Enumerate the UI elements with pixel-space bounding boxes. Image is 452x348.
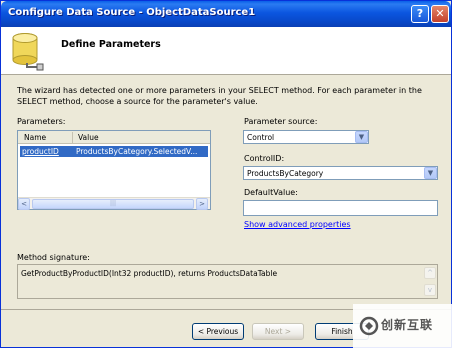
column-header-value[interactable]: Value: [78, 133, 99, 142]
scroll-left-icon[interactable]: <: [18, 198, 30, 210]
column-divider[interactable]: [72, 132, 73, 143]
column-header-name[interactable]: Name: [24, 133, 46, 142]
watermark-logo-icon: [359, 316, 379, 336]
method-signature-label: Method signature:: [17, 253, 90, 262]
scroll-right-icon[interactable]: >: [196, 198, 208, 210]
table-row[interactable]: productID ProductsByCategory.SelectedV..…: [20, 146, 208, 157]
wizard-description: The wizard has detected one or more para…: [17, 86, 422, 106]
watermark-text: 创新互联: [381, 318, 434, 332]
parameter-source-value: Control: [247, 133, 275, 142]
show-advanced-properties-link[interactable]: Show advanced properties: [244, 220, 351, 229]
scroll-thumb[interactable]: |||: [32, 199, 194, 209]
previous-button[interactable]: < Previous: [192, 323, 244, 340]
parameters-label: Parameters:: [17, 117, 66, 126]
scroll-up-icon[interactable]: ^: [424, 267, 436, 279]
watermark: 创新互联: [353, 304, 452, 348]
dialog-window: Configure Data Source - ObjectDataSource…: [0, 0, 452, 348]
scroll-down-icon[interactable]: v: [424, 284, 436, 296]
default-value-label: DefaultValue:: [244, 188, 298, 197]
horizontal-scrollbar[interactable]: < ||| >: [18, 197, 210, 210]
default-value-input[interactable]: [243, 200, 438, 216]
next-button[interactable]: Next >: [252, 323, 304, 340]
parameter-source-select[interactable]: Control ▼: [243, 130, 369, 144]
parameter-value-cell[interactable]: ProductsByCategory.SelectedV...: [76, 147, 206, 156]
control-id-select[interactable]: ProductsByCategory ▼: [243, 166, 438, 180]
method-signature-text: GetProductByProductID(Int32 productID), …: [21, 269, 278, 278]
title-bar[interactable]: Configure Data Source - ObjectDataSource…: [1, 1, 451, 27]
database-plug-icon: [12, 33, 44, 71]
page-title: Define Parameters: [61, 39, 161, 50]
window-title: Configure Data Source - ObjectDataSource…: [8, 7, 256, 18]
method-signature-box[interactable]: GetProductByProductID(Int32 productID), …: [17, 264, 438, 299]
vertical-scrollbar[interactable]: ^ v: [423, 265, 437, 298]
parameter-name-cell[interactable]: productID: [22, 147, 72, 156]
parameter-source-label: Parameter source:: [244, 117, 318, 126]
chevron-down-icon[interactable]: ▼: [355, 131, 368, 143]
parameters-grid[interactable]: Name Value productID ProductsByCategory.…: [17, 130, 211, 210]
close-button[interactable]: ✕: [431, 5, 449, 23]
chevron-down-icon[interactable]: ▼: [424, 167, 437, 179]
control-id-label: ControlID:: [244, 154, 285, 163]
wizard-header: Define Parameters: [1, 27, 451, 75]
help-button[interactable]: ?: [411, 5, 429, 23]
control-id-value: ProductsByCategory: [247, 169, 324, 178]
grid-header: Name Value: [18, 131, 210, 144]
